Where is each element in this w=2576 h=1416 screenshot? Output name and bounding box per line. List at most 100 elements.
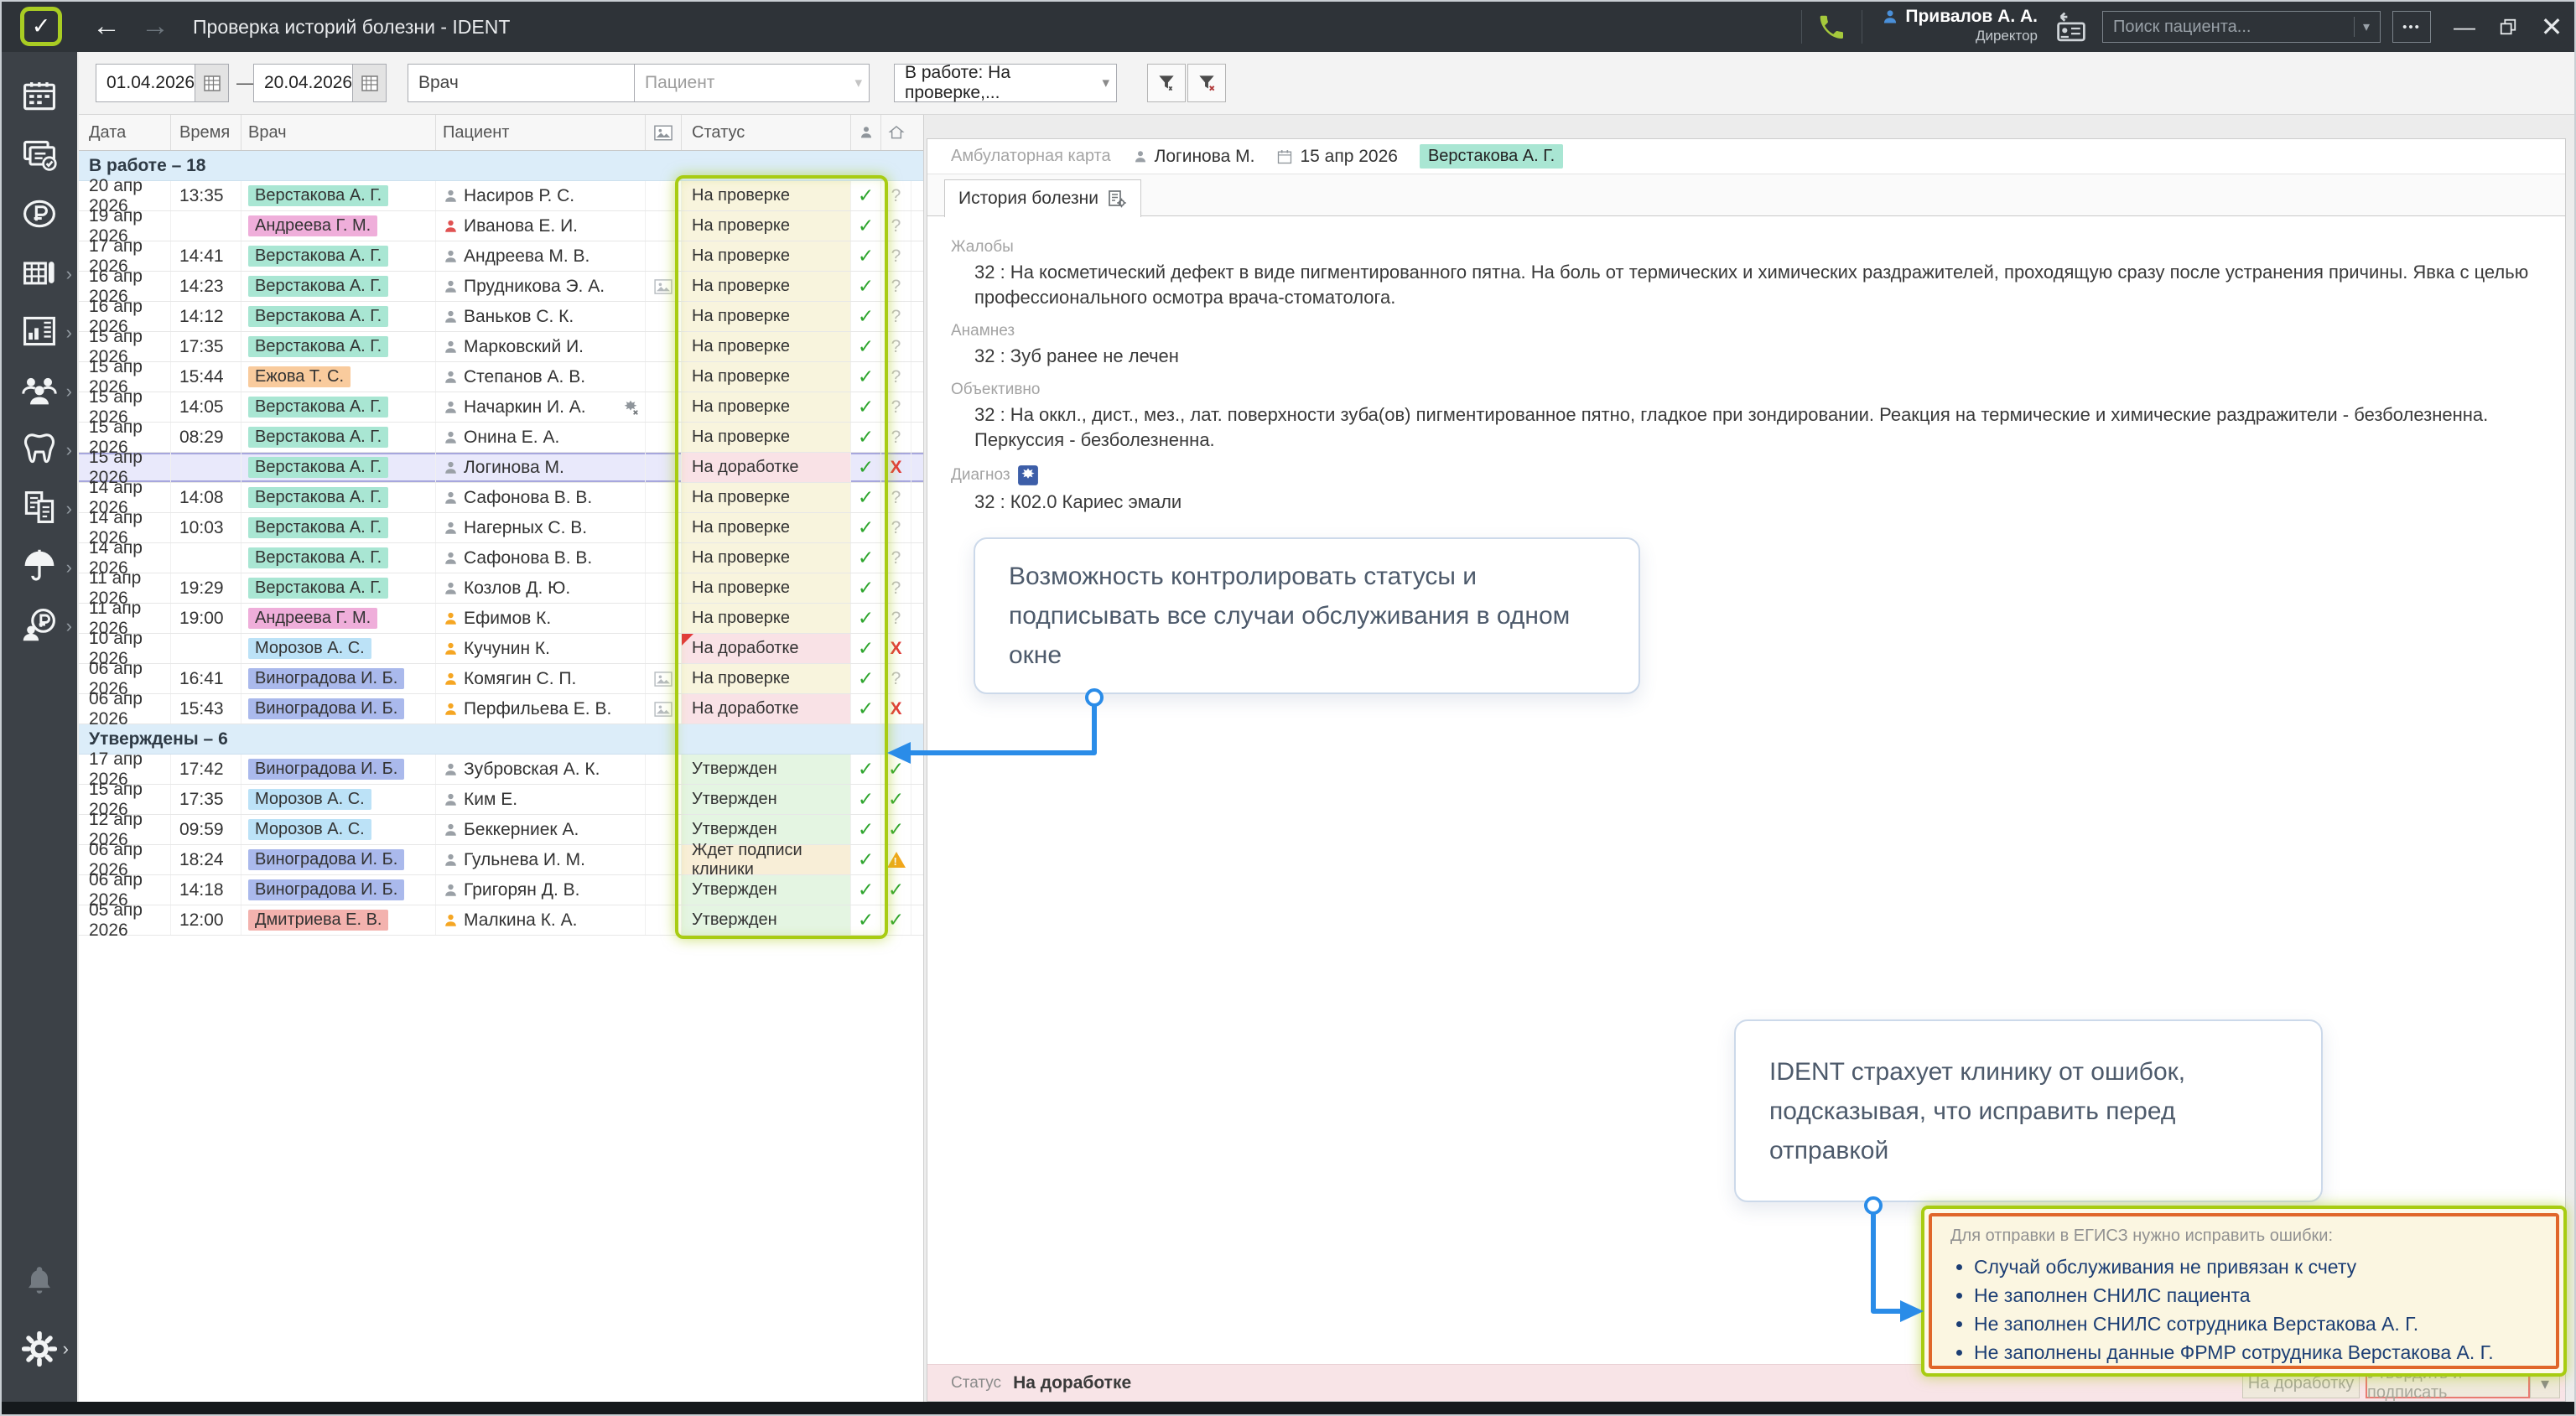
column-header-date[interactable]: Дата — [79, 115, 171, 150]
card-patient[interactable]: Логинова М. — [1133, 147, 1255, 167]
sidebar-item-documents[interactable]: › — [2, 480, 77, 538]
table-row[interactable]: 06 апр 202614:18Виноградова И. Б.Григоря… — [79, 875, 923, 905]
card-doctor-badge[interactable]: Верстакова А. Г. — [1420, 144, 1563, 169]
patient-icon — [1133, 148, 1148, 165]
minimize-button[interactable]: — — [2444, 2, 2485, 52]
cell-time: 09:59 — [171, 815, 242, 844]
date-to-input[interactable]: 20.04.2026 — [253, 64, 353, 102]
clinic-sign-state: ? — [881, 483, 911, 512]
cell-photo — [646, 392, 682, 422]
calendar-icon[interactable] — [195, 64, 229, 102]
table-row[interactable]: 15 апр 202614:05Верстакова А. Г.Начаркин… — [79, 392, 923, 423]
column-header-doctor[interactable]: Врач — [242, 115, 436, 150]
table-row[interactable]: 15 апр 202608:29Верстакова А. Г.Онина Е.… — [79, 423, 923, 453]
table-row[interactable]: 11 апр 202619:29Верстакова А. Г.Козлов Д… — [79, 573, 923, 604]
table-row[interactable]: 19 апр 2026Андреева Г. М.Иванова Е. И.На… — [79, 211, 923, 241]
table-row[interactable]: 15 апр 202615:44Ежова Т. С.Степанов А. В… — [79, 362, 923, 392]
callout-errors: IDENT страхует клинику от ошибок, подска… — [1734, 1019, 2323, 1202]
restore-button[interactable] — [2487, 2, 2529, 52]
sidebar-item-payments[interactable] — [2, 186, 77, 245]
umbrella-icon — [21, 547, 58, 589]
calendar-icon[interactable] — [353, 64, 387, 102]
table-row[interactable]: 14 апр 202610:03Верстакова А. Г.Нагерных… — [79, 513, 923, 543]
cell-patient: Степанов А. В. — [436, 362, 646, 392]
card-date[interactable]: 15 апр 2026 — [1276, 147, 1397, 167]
forward-button[interactable]: → — [134, 2, 176, 52]
table-row[interactable]: 06 апр 202618:24Виноградова И. Б.Гульнев… — [79, 845, 923, 875]
cell-status: На проверке — [682, 573, 851, 603]
group-header[interactable]: В работе – 18 — [79, 151, 923, 181]
doctor-check-icon: ✓ — [851, 211, 881, 241]
sidebar-item-cashbox[interactable]: › — [2, 245, 77, 303]
table-row[interactable]: 16 апр 202614:23Верстакова А. Г.Пруднико… — [79, 272, 923, 302]
table-row[interactable]: 14 апр 2026Верстакова А. Г.Сафонова В. В… — [79, 543, 923, 573]
doctor-badge: Виноградова И. Б. — [248, 759, 404, 780]
cell-date: 06 апр 2026 — [79, 694, 171, 724]
cell-doctor: Ежова Т. С. — [242, 362, 436, 392]
table-row[interactable]: 11 апр 202619:00Андреева Г. М.Ефимов К.Н… — [79, 604, 923, 634]
table-row[interactable]: 06 апр 202616:41Виноградова И. Б.Комягин… — [79, 664, 923, 694]
status-filter-select[interactable]: В работе: На проверке,...▾ — [894, 64, 1117, 102]
doctor-check-icon: ✓ — [851, 604, 881, 633]
table-row[interactable]: 14 апр 202614:08Верстакова А. Г.Сафонова… — [79, 483, 923, 513]
chevron-down-icon: ▾ — [1102, 75, 1109, 91]
cell-status: На проверке — [682, 483, 851, 512]
date-from-input[interactable]: 01.04.2026 — [96, 64, 195, 102]
column-header-patient[interactable]: Пациент — [436, 115, 646, 150]
cashbox-icon — [21, 254, 58, 295]
column-header-status[interactable]: Статус — [682, 115, 851, 150]
settings-gear-icon[interactable]: › — [2, 1331, 77, 1367]
close-button[interactable]: ✕ — [2531, 2, 2573, 52]
more-options-button[interactable]: ••• — [2392, 11, 2431, 43]
patient-card-icon[interactable] — [2054, 12, 2088, 42]
back-button[interactable]: ← — [86, 2, 127, 52]
section-text: 32 : На оккл., дист., мез., лат. поверхн… — [974, 402, 2534, 453]
doctor-badge: Ежова Т. С. — [248, 366, 351, 387]
notifications-bell-icon[interactable] — [2, 1263, 77, 1297]
date-range-dash: — — [236, 64, 255, 102]
clinic-sign-state: ? — [881, 302, 911, 331]
table-row[interactable]: 17 апр 202617:42Виноградова И. Б.Зубровс… — [79, 755, 923, 785]
table-row[interactable]: 16 апр 202614:12Верстакова А. Г.Ваньков … — [79, 302, 923, 332]
patient-icon — [443, 580, 459, 597]
form-settings-icon[interactable] — [1107, 189, 1127, 209]
patient-icon — [443, 701, 459, 718]
check-icon: ✓ — [888, 758, 904, 781]
sidebar-item-schedule[interactable] — [2, 69, 77, 127]
doctor-badge: Верстакова А. Г. — [248, 185, 388, 206]
column-header-time[interactable]: Время — [171, 115, 242, 150]
cell-doctor: Андреева Г. М. — [242, 604, 436, 633]
phone-icon[interactable] — [1815, 13, 1846, 43]
table-row[interactable]: 17 апр 202614:41Верстакова А. Г.Андреева… — [79, 241, 923, 272]
cases-table: Дата Время Врач Пациент Статус В работе … — [79, 115, 924, 1402]
table-row[interactable]: 10 апр 2026Морозов А. С.Кучунин К.На дор… — [79, 634, 923, 664]
sidebar-item-visits[interactable] — [2, 127, 77, 186]
sidebar-item-dental-chart[interactable]: › — [2, 421, 77, 480]
table-row[interactable]: 06 апр 202615:43Виноградова И. Б.Перфиль… — [79, 694, 923, 724]
apply-filter-button[interactable] — [1147, 64, 1186, 102]
table-row[interactable]: 05 апр 202612:00Дмитриева Е. В.Малкина К… — [79, 905, 923, 936]
table-row[interactable]: 15 апр 202617:35Морозов А. С.Ким Е.Утвер… — [79, 785, 923, 815]
sidebar-item-insurance[interactable]: › — [2, 538, 77, 597]
patient-filter-select[interactable]: Пациент▾ — [634, 64, 870, 102]
chevron-down-icon[interactable]: ▾ — [2355, 18, 2370, 35]
sidebar-item-staff[interactable]: › — [2, 362, 77, 421]
cell-doctor: Верстакова А. Г. — [242, 302, 436, 331]
sidebar-item-salary[interactable]: › — [2, 597, 77, 656]
group-header[interactable]: Утверждены – 6 — [79, 724, 923, 755]
sidebar-item-reports[interactable]: › — [2, 303, 77, 362]
current-user[interactable]: Привалов А. А. Директор — [1878, 7, 2038, 44]
cell-status: На проверке — [682, 543, 851, 573]
card-check-icon — [21, 137, 58, 178]
patient-search-input[interactable]: Поиск пациента... ▾ — [2102, 11, 2381, 43]
doctor-check-column-icon[interactable] — [851, 115, 881, 150]
cell-time: 14:08 — [171, 483, 242, 512]
clinic-sign-column-icon[interactable] — [881, 115, 911, 150]
table-row[interactable]: 20 апр 202613:35Верстакова А. Г.Насиров … — [79, 181, 923, 211]
clear-filter-button[interactable] — [1187, 64, 1226, 102]
tab-history[interactable]: История болезни — [944, 179, 1141, 217]
photo-column-icon[interactable] — [646, 115, 682, 150]
table-row[interactable]: 15 апр 202617:35Верстакова А. Г.Марковск… — [79, 332, 923, 362]
table-row[interactable]: 15 апр 2026Верстакова А. Г.Логинова М.На… — [79, 453, 923, 483]
clinic-sign-state: X — [881, 694, 911, 724]
